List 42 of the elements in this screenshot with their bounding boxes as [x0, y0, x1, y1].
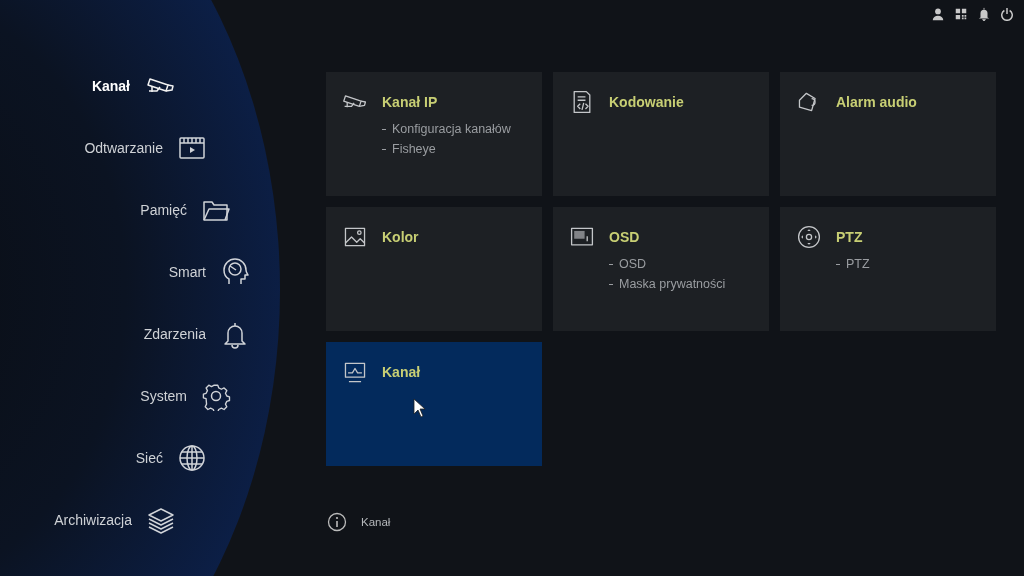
nav-item[interactable]: Sieć	[135, 450, 163, 466]
nav-item[interactable]: Pamięć	[140, 202, 187, 218]
tile-title: Kolor	[382, 229, 419, 245]
settings-tile[interactable]: Alarm audio	[780, 72, 996, 196]
tile-title: Kanał IP	[382, 94, 439, 110]
submenu-link[interactable]: PTZ	[846, 257, 870, 271]
qr-code-icon[interactable]	[954, 7, 968, 21]
tile-title: Kanał	[382, 364, 421, 380]
user-icon[interactable]	[931, 7, 945, 21]
settings-tile[interactable]: Kolor	[326, 207, 542, 331]
dash-mark	[382, 148, 386, 150]
tile-title: Kodowanie	[609, 94, 684, 110]
nav-item[interactable]: System	[140, 388, 187, 404]
submenu-link[interactable]: Fisheye	[392, 142, 436, 156]
tile-title: OSD	[609, 229, 641, 245]
dash-mark	[609, 263, 613, 265]
info-text: Kanał	[361, 516, 391, 528]
settings-tile[interactable]: Kodowanie	[553, 72, 769, 196]
settings-tile[interactable]: OSD OSD Maska prywatności	[553, 207, 769, 331]
submenu-link[interactable]: OSD	[619, 257, 647, 271]
nav-item[interactable]: Smart	[168, 264, 206, 280]
info-icon	[327, 512, 347, 532]
layers-icon[interactable]	[146, 505, 176, 535]
nav-item[interactable]: Archiwizacja	[54, 512, 132, 528]
submenu-link[interactable]: Konfiguracja kanałów	[392, 122, 511, 136]
nav-item[interactable]: Odtwarzanie	[84, 140, 163, 156]
nav-item[interactable]: Kanał	[91, 78, 130, 94]
head-icon[interactable]	[220, 257, 250, 287]
power-icon[interactable]	[1000, 7, 1014, 21]
dash-mark	[382, 128, 386, 130]
settings-tile[interactable]: Kanał IP Konfiguracja kanałów Fisheye	[326, 72, 542, 196]
nav-item[interactable]: Zdarzenia	[143, 326, 206, 342]
tile-title: Alarm audio	[836, 94, 917, 110]
dash-mark	[836, 263, 840, 265]
globe-icon[interactable]	[177, 443, 207, 473]
direction-pad-icon	[796, 224, 822, 250]
tile-title: PTZ	[836, 229, 864, 245]
submenu-link[interactable]: Maska prywatności	[619, 277, 726, 291]
dash-mark	[609, 283, 613, 285]
mouse-cursor-icon	[413, 398, 426, 418]
settings-tile[interactable]: Kanał	[326, 342, 542, 466]
settings-tile[interactable]: PTZ PTZ	[780, 207, 996, 331]
